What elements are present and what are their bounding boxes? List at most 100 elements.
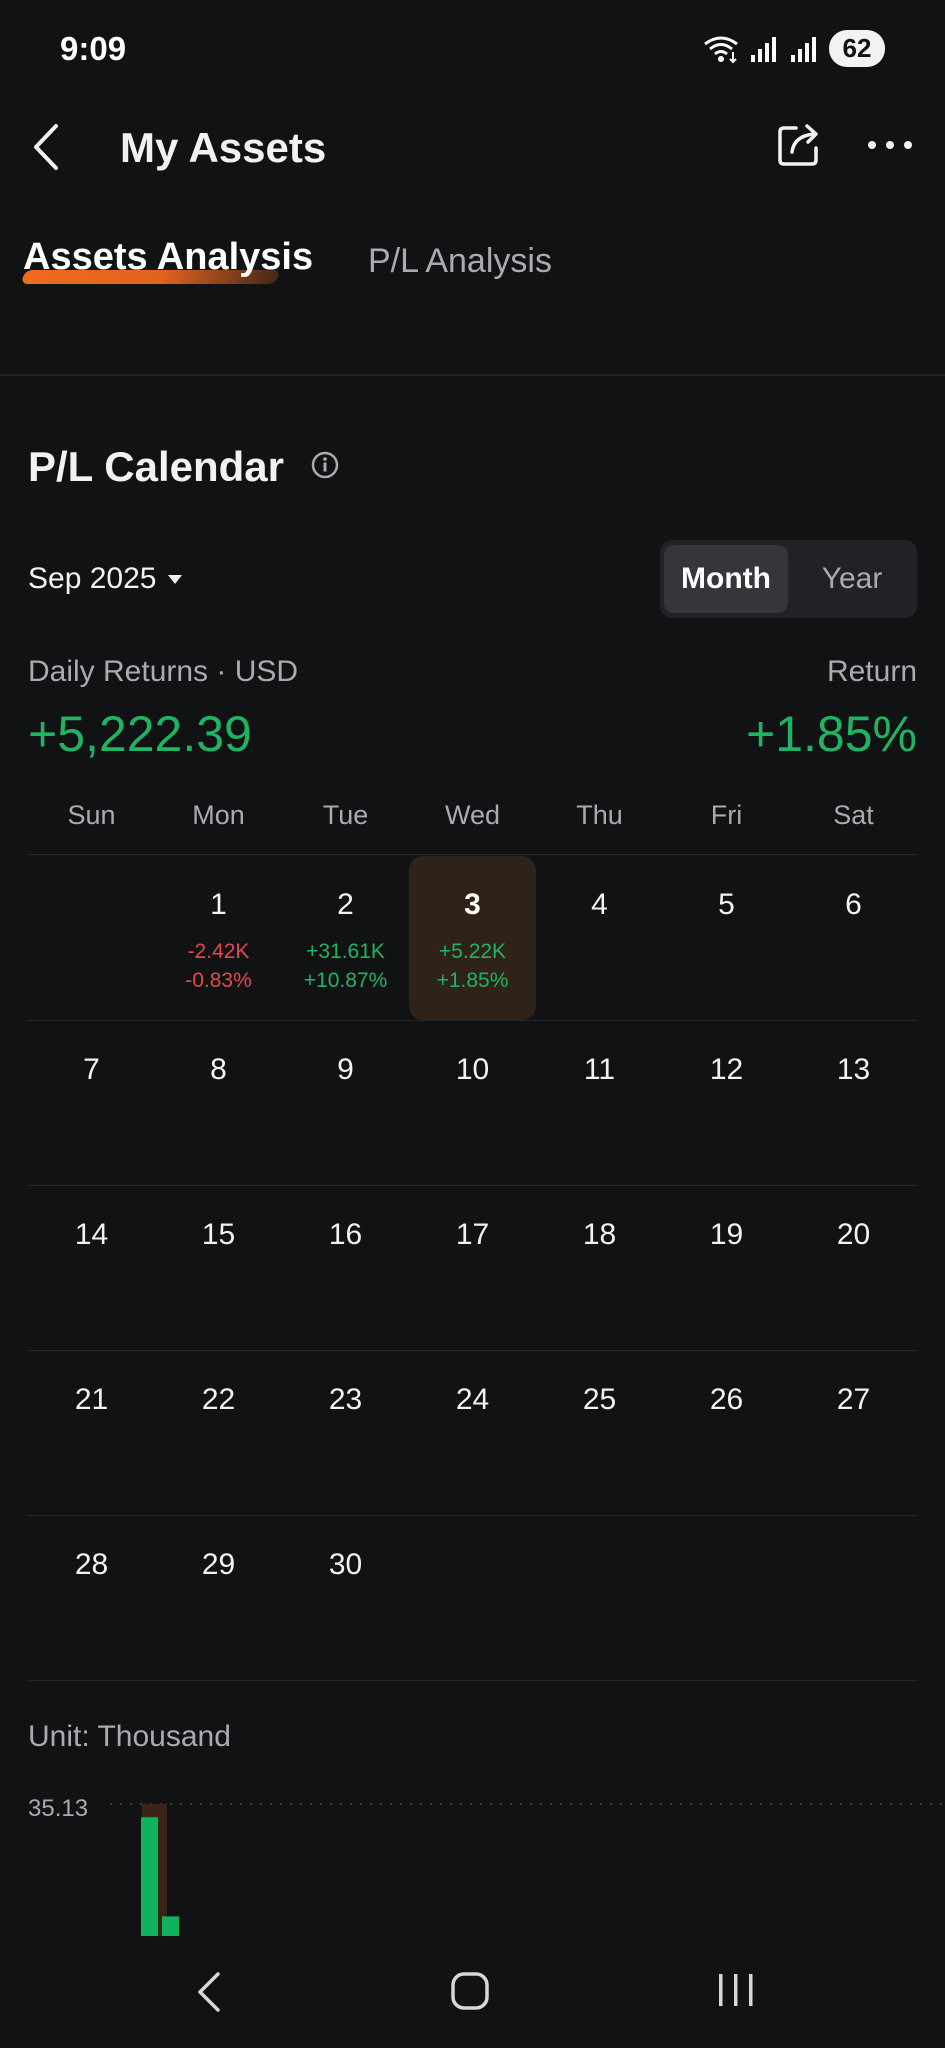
toggle-year[interactable]: Year [790, 545, 914, 613]
calendar-day-16[interactable]: 16 [282, 1186, 409, 1350]
weekday-label: Sat [833, 800, 874, 830]
calendar-week-row: 28 29 30 [28, 1516, 917, 1681]
divider [28, 854, 917, 855]
calendar-day-5[interactable]: 5 [663, 856, 790, 1020]
calendar-day-7[interactable]: 7 [28, 1021, 155, 1185]
toggle-month[interactable]: Month [664, 545, 788, 613]
system-home-button[interactable] [450, 1971, 490, 2011]
chart-unit-label: Unit: Thousand [28, 1720, 231, 1753]
calendar-day-4[interactable]: 4 [536, 856, 663, 1020]
system-back-button[interactable] [190, 1970, 230, 2014]
daily-pl-chart: 35.13 [28, 1795, 945, 1936]
signal-icon-2 [791, 36, 816, 62]
calendar-day-29[interactable]: 29 [155, 1516, 282, 1680]
calendar-day-27[interactable]: 27 [790, 1351, 917, 1515]
weekday-label: Thu [576, 800, 623, 830]
day-number: 27 [836, 1383, 871, 1416]
calendar-day-21[interactable]: 21 [28, 1351, 155, 1515]
day-number: 11 [583, 1053, 616, 1086]
calendar-day-28[interactable]: 28 [28, 1516, 155, 1680]
day-number: 30 [328, 1548, 363, 1581]
calendar-empty-cell [536, 1516, 663, 1680]
back-button[interactable] [26, 120, 70, 174]
month-selector[interactable]: Sep 2025 [28, 562, 183, 596]
day-number: 16 [328, 1218, 363, 1251]
more-options-button[interactable] [866, 130, 914, 160]
day-number: 2 [337, 888, 354, 921]
day-number: 5 [718, 888, 735, 921]
day-number: 23 [328, 1383, 363, 1416]
calendar-day-15[interactable]: 15 [155, 1186, 282, 1350]
calendar-empty-cell [409, 1516, 536, 1680]
day-number: 6 [845, 888, 862, 921]
day-pl-amount: +5.22K [438, 940, 507, 963]
calendar-day-18[interactable]: 18 [536, 1186, 663, 1350]
calendar-grid: 1 -2.42K -0.83% 2 +31.61K +10.87% 3 +5.22K +1.85… [28, 856, 917, 1681]
calendar-day-1[interactable]: 1 -2.42K -0.83% [155, 856, 282, 1020]
calendar-day-8[interactable]: 8 [155, 1021, 282, 1185]
day-number: 21 [74, 1383, 109, 1416]
home-icon [451, 1972, 489, 2010]
calendar-day-10[interactable]: 10 [409, 1021, 536, 1185]
info-icon[interactable] [310, 450, 340, 480]
day-number: 1 [210, 888, 227, 921]
calendar-week-row: 7 8 9 10 11 12 13 [28, 1021, 917, 1186]
calendar-day-6[interactable]: 6 [790, 856, 917, 1020]
calendar-day-24[interactable]: 24 [409, 1351, 536, 1515]
day-number: 8 [210, 1053, 227, 1086]
calendar-day-23[interactable]: 23 [282, 1351, 409, 1515]
day-number: 13 [836, 1053, 871, 1086]
recent-apps-icon [719, 1974, 753, 2006]
weekday-label: Fri [710, 800, 743, 830]
calendar-day-3[interactable]: 3 +5.22K +1.85% [409, 856, 536, 1020]
weekday-header: Sun Mon Tue Wed Thu Fri Sat [28, 800, 917, 831]
status-icons: 62 [703, 30, 885, 67]
tab-pl-analysis[interactable]: P/L Analysis [368, 242, 552, 281]
calendar-day-30[interactable]: 30 [282, 1516, 409, 1680]
calendar-week-row: 1 -2.42K -0.83% 2 +31.61K +10.87% 3 +5.22K +1.85… [28, 856, 917, 1021]
day-pl-percent: -0.83% [185, 969, 252, 992]
tab-assets-analysis[interactable]: Assets Analysis [23, 236, 313, 279]
day-number: 14 [74, 1218, 109, 1251]
signal-icon [751, 36, 776, 62]
month-label: Sep 2025 [28, 562, 157, 595]
calendar-week-row: 21 22 23 24 25 26 27 [28, 1351, 917, 1516]
return-value: +1.85% [746, 706, 917, 762]
calendar-day-12[interactable]: 12 [663, 1021, 790, 1185]
calendar-day-14[interactable]: 14 [28, 1186, 155, 1350]
battery-indicator: 62 [829, 30, 885, 67]
section-title: P/L Calendar [28, 443, 284, 490]
caret-down-icon [168, 574, 183, 584]
calendar-day-13[interactable]: 13 [790, 1021, 917, 1185]
weekday-label: Mon [192, 800, 245, 830]
weekday-label: Sun [67, 800, 116, 830]
day-number: 25 [582, 1383, 617, 1416]
daily-returns-label: Daily Returns · USD [28, 655, 299, 688]
calendar-day-25[interactable]: 25 [536, 1351, 663, 1515]
system-recent-apps-button[interactable] [716, 1972, 756, 2008]
share-button[interactable] [774, 120, 824, 170]
day-number: 9 [337, 1053, 354, 1086]
calendar-day-9[interactable]: 9 [282, 1021, 409, 1185]
calendar-day-17[interactable]: 17 [409, 1186, 536, 1350]
chart-bar-day-3[interactable] [162, 1916, 179, 1936]
calendar-day-19[interactable]: 19 [663, 1186, 790, 1350]
calendar-day-2[interactable]: 2 +31.61K +10.87% [282, 856, 409, 1020]
calendar-day-26[interactable]: 26 [663, 1351, 790, 1515]
day-number: 17 [455, 1218, 490, 1251]
day-number: 3 [464, 888, 481, 921]
calendar-day-11[interactable]: 11 [536, 1021, 663, 1185]
calendar-empty-cell [790, 1516, 917, 1680]
day-number: 28 [74, 1548, 109, 1581]
day-number: 20 [836, 1218, 871, 1251]
chevron-left-icon [198, 1972, 220, 2012]
calendar-day-22[interactable]: 22 [155, 1351, 282, 1515]
share-icon [778, 124, 818, 166]
day-pl-amount: +31.61K [306, 940, 385, 963]
tab-label: P/L Analysis [368, 242, 552, 280]
day-number: 26 [709, 1383, 744, 1416]
status-time: 9:09 [60, 30, 127, 67]
day-number: 29 [201, 1548, 236, 1581]
calendar-day-20[interactable]: 20 [790, 1186, 917, 1350]
chart-bar-day-2[interactable] [141, 1817, 158, 1936]
